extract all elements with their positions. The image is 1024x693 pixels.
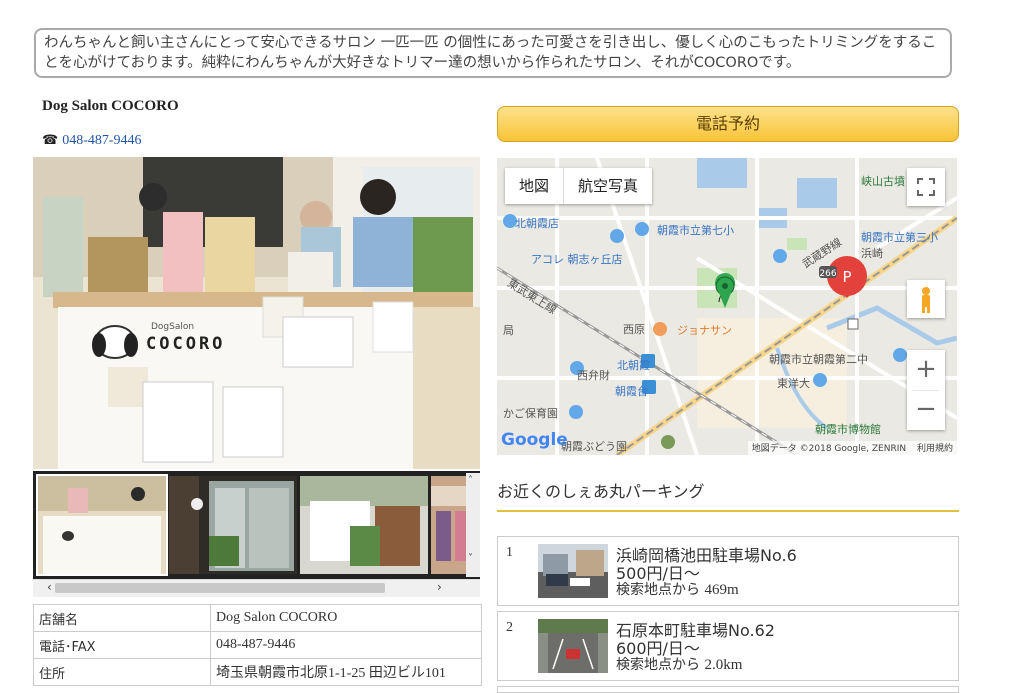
thumbnail-3[interactable] <box>300 476 428 574</box>
parking-item[interactable]: 1 浜崎岡橋池田駐車場No.6 500円/日〜 検索地点から 469m <box>497 536 959 606</box>
map-label: 北朝霞店 <box>515 217 559 230</box>
table-row: 住所 埼玉県朝霞市北原1-1-25 田辺ビル101 <box>33 658 482 686</box>
distance-label: 検索地点から <box>616 657 700 673</box>
info-value-phone: 048-487-9446 <box>210 631 482 659</box>
map-label: 朝霞台 <box>615 385 648 398</box>
zoom-in-button[interactable]: + <box>907 350 945 390</box>
google-map[interactable]: P 266 北朝霞店 朝霞市立第七小 朝霞市立第三小 浜崎 峡山古墳 アコレ 朝… <box>497 158 957 455</box>
info-value-address: 埼玉県朝霞市北原1-1-25 田辺ビル101 <box>210 658 482 686</box>
parking-item-number: 1 <box>506 545 513 560</box>
map-label: 東洋大 <box>777 377 810 390</box>
map-terms-link[interactable]: 利用規約 <box>917 444 953 454</box>
pegman-icon[interactable] <box>907 280 945 318</box>
zoom-out-button[interactable]: − <box>907 391 945 430</box>
phone-reservation-button[interactable]: 電話予約 <box>497 106 959 142</box>
shop-info-table: 店舗名 Dog Salon COCORO 電話･FAX 048-487-9446… <box>33 604 482 686</box>
distance-label: 検索地点から <box>616 582 700 598</box>
distance-value: 469m <box>704 582 739 598</box>
thumbnail-2[interactable] <box>169 476 297 574</box>
map-label: ジョナサン <box>677 324 732 337</box>
scroll-left-icon[interactable]: ‹ <box>47 580 52 594</box>
map-marker-label: P <box>842 268 851 286</box>
map-label: アコレ 朝志ヶ丘店 <box>531 253 623 266</box>
scroll-down-icon[interactable]: ˅ <box>468 553 473 564</box>
info-key-phone: 電話･FAX <box>33 631 211 659</box>
map-attribution: 地図データ ©2018 Google, ZENRIN 利用規約 <box>747 441 957 455</box>
photo-sign-big: COCORO <box>146 334 225 354</box>
info-key-name: 店舗名 <box>33 604 211 632</box>
scroll-right-icon[interactable]: › <box>437 580 442 594</box>
map-label: 西弁財 <box>577 369 610 382</box>
map-label: 北朝霞 <box>617 359 650 372</box>
intro-text: わんちゃんと飼い主さんにとって安心できるサロン 一匹一匹 の個性にあった可愛さを… <box>34 28 952 78</box>
info-value-name: Dog Salon COCORO <box>210 604 482 632</box>
zoom-control[interactable]: + − <box>907 350 945 430</box>
table-row: 電話･FAX 048-487-9446 <box>33 631 482 659</box>
main-photo: DogSalon COCORO <box>33 157 480 469</box>
map-label: 朝霞市立第七小 <box>657 224 734 237</box>
photo-sign-small: DogSalon <box>151 322 194 332</box>
parking-section-title: お近くのしぇあ丸パーキング <box>497 482 705 501</box>
map-label: 峡山古墳 <box>861 175 905 188</box>
map-type-map-button[interactable]: 地図 <box>505 168 563 204</box>
info-key-address: 住所 <box>33 658 211 686</box>
map-label: 朝霞市博物館 <box>815 423 881 436</box>
parking-item-photo <box>538 544 608 598</box>
map-type-aerial-button[interactable]: 航空写真 <box>563 168 652 204</box>
fullscreen-icon[interactable] <box>907 168 945 206</box>
parking-item-number: 2 <box>506 620 513 635</box>
route-266-label: 266 <box>819 269 836 279</box>
shop-name: Dog Salon COCORO <box>42 98 179 114</box>
distance-value: 2.0km <box>704 657 743 673</box>
thumbnail-1[interactable] <box>36 474 168 576</box>
parking-item-partial[interactable] <box>497 686 959 693</box>
thumbnail-vertical-scrollbar[interactable]: ˄ ˅ <box>466 473 480 577</box>
phone-number[interactable]: 048-487-9446 <box>62 133 141 148</box>
map-label: 西原 <box>623 323 645 336</box>
parking-item-distance: 検索地点から 2.0km <box>616 654 742 674</box>
phone-link[interactable]: ☎ 048-487-9446 <box>42 132 142 149</box>
section-divider <box>497 510 959 512</box>
google-logo: Google <box>501 430 568 450</box>
scrollbar-thumb[interactable] <box>55 583 385 593</box>
scroll-up-icon[interactable]: ˄ <box>468 475 473 486</box>
map-label: 朝霞市立第三小 <box>861 231 938 244</box>
map-type-control[interactable]: 地図 航空写真 <box>505 168 653 204</box>
table-row: 店舗名 Dog Salon COCORO <box>33 604 482 632</box>
thumbnail-scrollbar[interactable]: ‹ › <box>33 579 480 597</box>
map-label: 浜崎 <box>861 247 883 260</box>
map-label: かご保育園 <box>503 407 558 420</box>
map-label: 局 <box>503 324 514 337</box>
phone-icon: ☎ <box>42 132 59 147</box>
map-label: 朝霞ぶどう園 <box>561 440 627 453</box>
parking-item[interactable]: 2 石原本町駐車場No.62 600円/日〜 検索地点から 2.0km <box>497 611 959 681</box>
parking-item-distance: 検索地点から 469m <box>616 579 739 599</box>
parking-item-photo <box>538 619 608 673</box>
map-attribution-text: 地図データ ©2018 Google, ZENRIN <box>751 444 907 454</box>
thumbnail-strip[interactable] <box>33 471 480 579</box>
map-label: 朝霞市立朝霞第二中 <box>769 353 868 366</box>
